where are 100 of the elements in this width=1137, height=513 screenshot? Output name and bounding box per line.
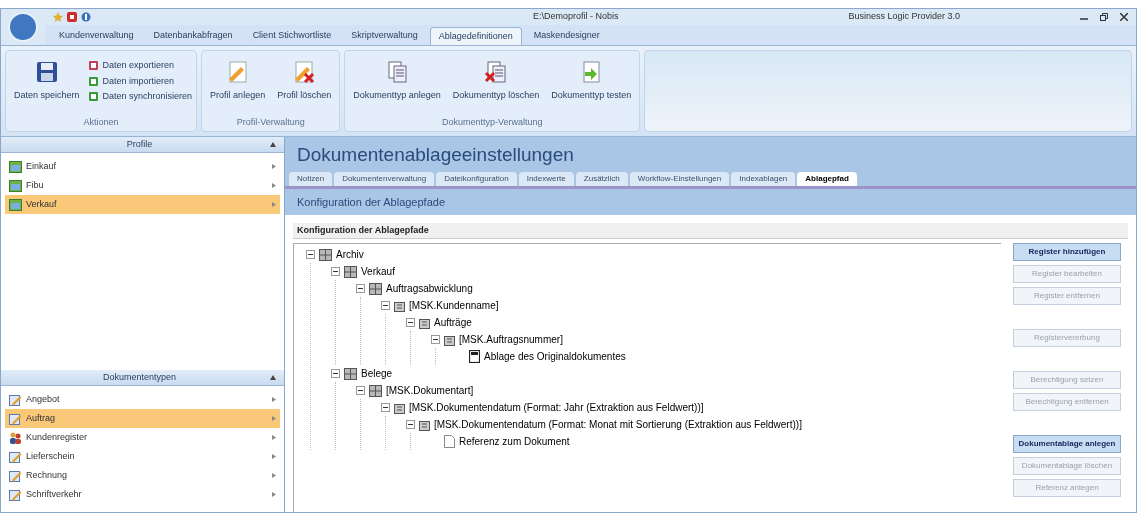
tree-toggle[interactable] [381, 301, 390, 310]
minus-icon [333, 371, 338, 376]
tree-item[interactable]: [MSK.Kundenname] [409, 298, 499, 313]
chevron-icon [272, 202, 276, 207]
tree-item[interactable]: Belege [361, 366, 393, 381]
document-pen-icon [9, 450, 22, 463]
restore-icon[interactable] [1100, 13, 1108, 21]
tree-item[interactable]: [MSK.Dokumentendatum (Format: Monat mit Sortierung (Extraktion aus Feldwert))] [434, 417, 802, 432]
tree-item[interactable]: Auftragsabwicklung [386, 281, 473, 296]
ribbon-button[interactable]: Daten speichern [10, 55, 84, 116]
panel-title: Dokumententypen [101, 370, 177, 384]
ribbon-small-button[interactable]: Daten importieren [87, 74, 193, 88]
document-pen-icon [9, 488, 22, 501]
tree-toggle[interactable] [406, 318, 415, 327]
tree-toggle[interactable] [431, 335, 440, 344]
register-icon [394, 401, 405, 414]
tree-item[interactable]: Aufträge [434, 315, 472, 330]
tree-item[interactable]: Referenz zum Dokument [459, 434, 570, 449]
minus-icon [383, 303, 388, 308]
info-icon[interactable] [81, 12, 91, 22]
ribbon-button[interactable]: Profil löschen [273, 55, 336, 116]
action-button[interactable]: Register hinzufügen [1013, 243, 1121, 261]
sidebar-item[interactable]: Angebot [5, 390, 280, 409]
cabinet-icon [344, 265, 357, 278]
ribbon-group-label: Profil-Verwaltung [235, 115, 306, 129]
minus-icon [358, 286, 363, 291]
register-icon [419, 316, 430, 329]
documents-delete-icon [483, 59, 509, 85]
document-pen-icon [9, 393, 22, 406]
tab[interactable]: Dokumentenverwaltung [334, 172, 435, 186]
ribbon-tab[interactable]: Kundenverwaltung [51, 27, 142, 45]
ribbon-button[interactable]: Dokumenttyp testen [547, 55, 636, 116]
ribbon-button[interactable]: Dokumenttyp löschen [448, 55, 544, 116]
ribbon-tab[interactable]: Skriptverwaltung [343, 27, 426, 45]
sidebar-item[interactable]: Kundenregister [5, 428, 280, 447]
ribbon-tab[interactable]: Maskendesigner [525, 27, 608, 45]
minus-icon [358, 388, 363, 393]
ribbon-tab[interactable]: Ablagedefinitionen [429, 27, 522, 45]
profile-icon [9, 179, 22, 192]
document-icon [469, 350, 480, 363]
app-orb-icon[interactable] [8, 12, 38, 42]
tree-item[interactable]: Verkauf [361, 264, 395, 279]
close-icon[interactable] [1120, 13, 1128, 21]
tree-toggle[interactable] [381, 403, 390, 412]
sidebar-item[interactable]: Schriftverkehr [5, 485, 280, 504]
chevron-icon [272, 492, 276, 497]
sidebar-item[interactable]: Verkauf [5, 195, 280, 214]
chevron-icon [272, 454, 276, 459]
tab[interactable]: Ablagepfad [797, 172, 857, 186]
collapse-icon[interactable] [270, 375, 276, 380]
minus-icon [383, 405, 388, 410]
register-icon [444, 333, 455, 346]
profile-icon [9, 160, 22, 173]
document-pen-icon [9, 469, 22, 482]
register-icon [394, 299, 405, 312]
sidebar-item[interactable]: Lieferschein [5, 447, 280, 466]
tree-item[interactable]: [MSK.Auftragsnummer] [459, 332, 563, 347]
sidebar-item[interactable]: Fibu [5, 176, 280, 195]
ribbon-small-button[interactable]: Daten synchronisieren [87, 90, 193, 104]
cabinet-icon [369, 282, 382, 295]
ribbon-tab[interactable]: Client Stichwortliste [244, 27, 340, 45]
tree-item[interactable]: [MSK.Dokumentendatum (Format: Jahr (Extraktion aus Feldwert))] [409, 400, 704, 415]
ribbon-group-label: Dokumenttyp-Verwaltung [441, 115, 544, 129]
sidebar-item[interactable]: Einkauf [5, 157, 280, 176]
stop-icon[interactable] [67, 12, 77, 22]
action-button[interactable]: Dokumentablage anlegen [1013, 435, 1121, 453]
cabinet-icon [319, 248, 332, 261]
star-icon[interactable] [53, 12, 63, 22]
tree-item[interactable]: [MSK.Dokumentart] [386, 383, 474, 398]
chevron-icon [272, 416, 276, 421]
tab[interactable]: Indexwerte [518, 172, 574, 186]
tree-item[interactable]: Ablage des Originaldokumentes [484, 349, 626, 364]
tab[interactable]: Indexablagen [731, 172, 796, 186]
sidebar-item[interactable]: Auftrag [5, 409, 280, 428]
ribbon-button[interactable]: Dokumenttyp anlegen [349, 55, 445, 116]
tree-toggle[interactable] [306, 250, 315, 259]
chevron-icon [272, 164, 276, 169]
ribbon-button[interactable]: Profil anlegen [206, 55, 270, 116]
tree-toggle[interactable] [356, 284, 365, 293]
minus-icon [408, 320, 413, 325]
chevron-icon [272, 473, 276, 478]
tree-toggle[interactable] [331, 369, 340, 378]
sidebar-item[interactable]: Rechnung [5, 466, 280, 485]
tree-toggle[interactable] [331, 267, 340, 276]
collapse-icon[interactable] [270, 142, 276, 147]
minus-icon [433, 337, 438, 342]
tab[interactable]: Workflow-Einstellungen [629, 172, 730, 186]
cabinet-icon [369, 384, 382, 397]
ribbon-small-button[interactable]: Daten exportieren [87, 59, 193, 73]
section-subtitle: Konfiguration der Ablagepfade [297, 194, 445, 210]
minus-icon [333, 269, 338, 274]
tree-item[interactable]: Archiv [336, 247, 364, 262]
minus-icon [308, 252, 313, 257]
tree-toggle[interactable] [406, 420, 415, 429]
ribbon-tab[interactable]: Datenbankabfragen [145, 27, 241, 45]
tree-toggle[interactable] [356, 386, 365, 395]
tab[interactable]: Notizen [289, 172, 333, 186]
window-title: E:\Demoprofil - Nobis [533, 10, 619, 24]
tab[interactable]: Zusätzlich [575, 172, 628, 186]
tab[interactable]: Dateikonfiguration [436, 172, 517, 186]
